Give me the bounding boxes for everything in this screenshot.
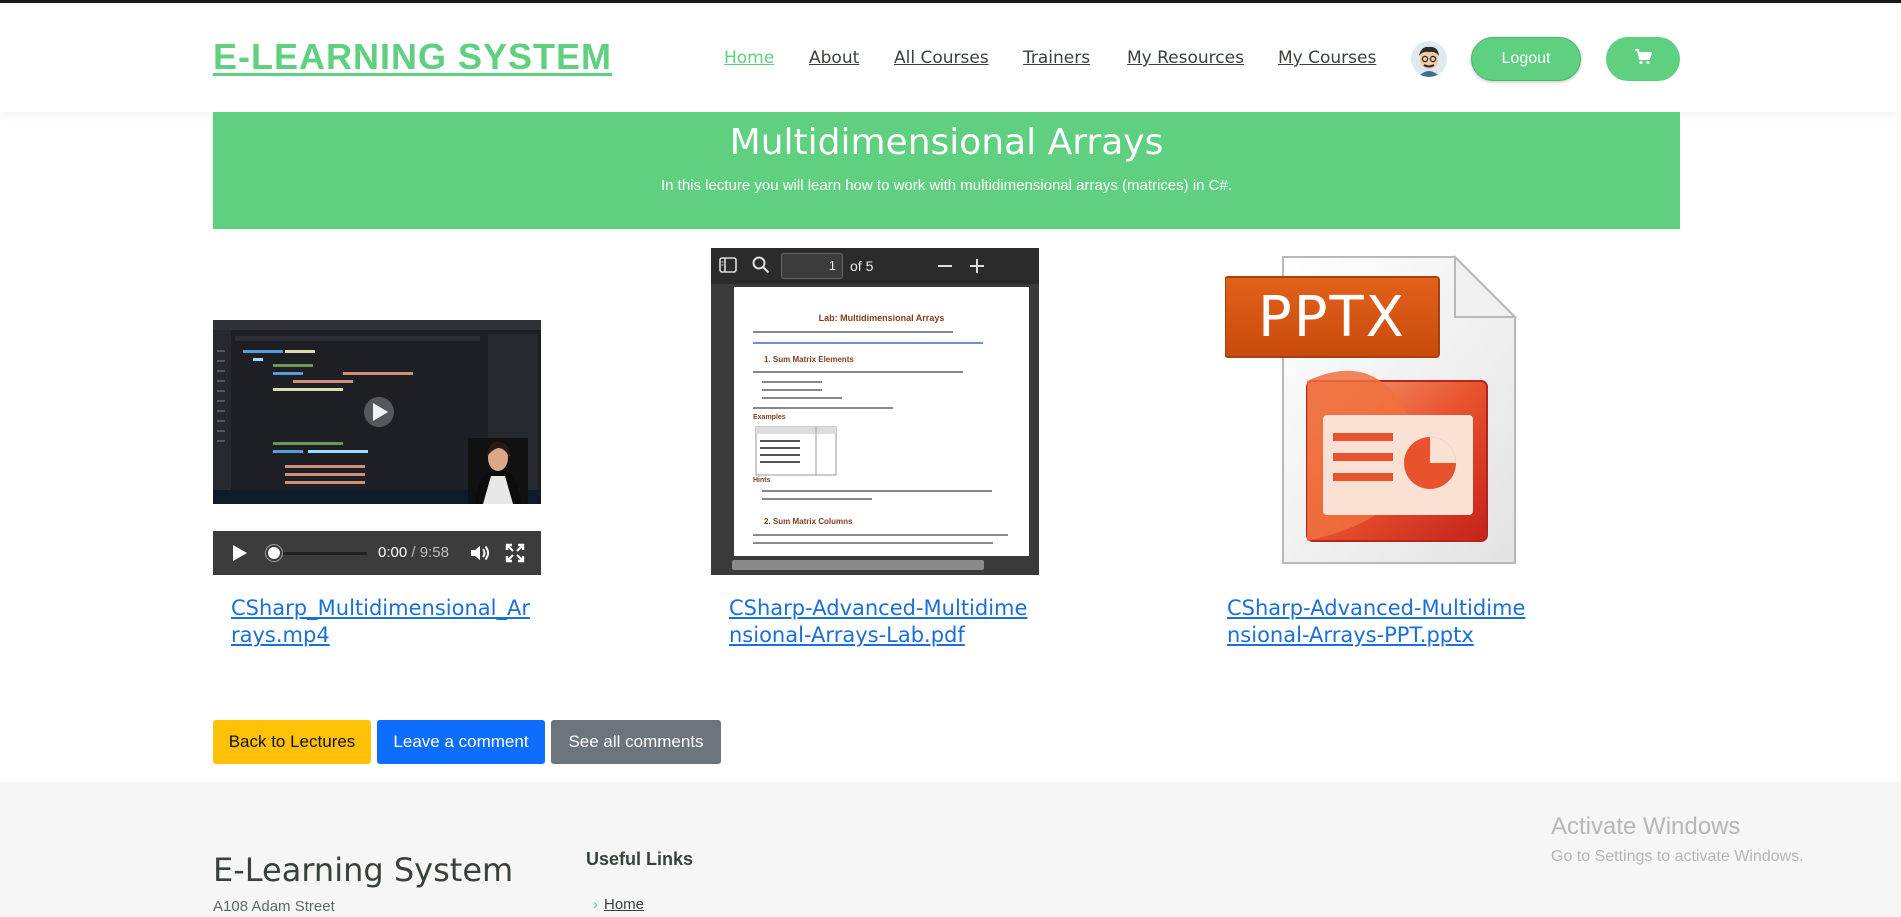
pdf-horizontal-scrollbar[interactable] — [732, 560, 984, 570]
pdf-page: Lab: Multidimensional Arrays 1. Sum Matr… — [734, 287, 1029, 556]
leave-comment-button[interactable]: Leave a comment — [377, 720, 545, 764]
pdf-viewer[interactable]: 1 of 5 Lab: Multidimensional Arrays 1. S… — [711, 248, 1039, 575]
footer-brand: E-Learning System — [213, 851, 514, 889]
footer-link-home: › Home — [593, 896, 644, 913]
shopping-cart-icon — [1634, 49, 1653, 69]
pptx-file-icon[interactable]: PPTX — [1224, 254, 1521, 567]
search-icon[interactable] — [752, 256, 770, 278]
useful-links-title: Useful Links — [586, 849, 694, 869]
nav-home[interactable]: Home — [724, 48, 774, 68]
back-to-lectures-button[interactable]: Back to Lectures — [213, 720, 371, 764]
current-time: 0:00 — [378, 544, 408, 561]
pdf-file-link[interactable]: CSharp-Advanced-Multidimensional-Arrays-… — [729, 595, 1029, 649]
time-separator: / — [411, 544, 416, 561]
seek-bar[interactable] — [270, 552, 367, 555]
video-controls: 0:00 / 9:58 — [213, 531, 541, 575]
user-avatar[interactable] — [1411, 41, 1447, 77]
video-player[interactable] — [213, 320, 541, 504]
lecture-description: In this lecture you will learn how to wo… — [660, 177, 1233, 194]
nav-trainers[interactable]: Trainers — [1023, 48, 1090, 68]
chevron-right-icon: › — [593, 896, 598, 913]
logout-button[interactable]: Logout — [1471, 37, 1581, 81]
pptx-file-link[interactable]: CSharp-Advanced-Multidimensional-Arrays-… — [1227, 595, 1527, 649]
seek-handle[interactable] — [266, 545, 282, 561]
footer-home-link[interactable]: Home — [604, 896, 644, 913]
page-count: of 5 — [850, 258, 874, 274]
fullscreen-icon[interactable] — [505, 543, 525, 567]
pdf-hints-heading: Hints — [753, 477, 771, 484]
nav-all-courses[interactable]: All Courses — [894, 48, 989, 68]
nav-about[interactable]: About — [809, 48, 859, 68]
page-number-input[interactable]: 1 — [781, 253, 843, 279]
zoom-in-icon[interactable] — [968, 257, 986, 279]
sidebar-toggle-icon[interactable] — [719, 257, 737, 277]
activate-windows-subtitle: Go to Settings to activate Windows. — [1551, 848, 1804, 865]
pptx-badge-label: PPTX — [1257, 284, 1407, 350]
volume-icon[interactable] — [469, 543, 491, 567]
activate-windows-title: Activate Windows — [1551, 813, 1741, 840]
duration: 9:58 — [419, 544, 449, 561]
footer-address: A108 Adam Street — [213, 898, 335, 915]
nav-my-courses[interactable]: My Courses — [1278, 48, 1376, 68]
zoom-out-icon[interactable] — [936, 257, 954, 279]
video-frame — [213, 320, 541, 504]
video-time: 0:00 / 9:58 — [378, 544, 449, 561]
pdf-text-lines — [753, 331, 1008, 544]
nav-my-resources[interactable]: My Resources — [1127, 48, 1244, 68]
site-header: E-LEARNING SYSTEM Home About All Courses… — [0, 3, 1901, 112]
lecture-title: Multidimensional Arrays — [729, 122, 1164, 163]
pdf-toolbar: 1 of 5 — [711, 248, 1039, 284]
pdf-examples-heading: Examples — [753, 414, 786, 421]
pdf-heading-2: 2. Sum Matrix Columns — [764, 517, 853, 526]
pdf-heading-1: 1. Sum Matrix Elements — [764, 355, 854, 364]
see-all-comments-button[interactable]: See all comments — [551, 720, 721, 764]
site-logo[interactable]: E-LEARNING SYSTEM — [213, 36, 612, 78]
video-file-link[interactable]: CSharp_Multidimensional_Arrays.mp4 — [231, 595, 531, 649]
lecture-banner: Multidimensional Arrays In this lecture … — [213, 112, 1680, 229]
cart-button[interactable] — [1606, 37, 1680, 81]
play-icon[interactable] — [231, 543, 249, 567]
